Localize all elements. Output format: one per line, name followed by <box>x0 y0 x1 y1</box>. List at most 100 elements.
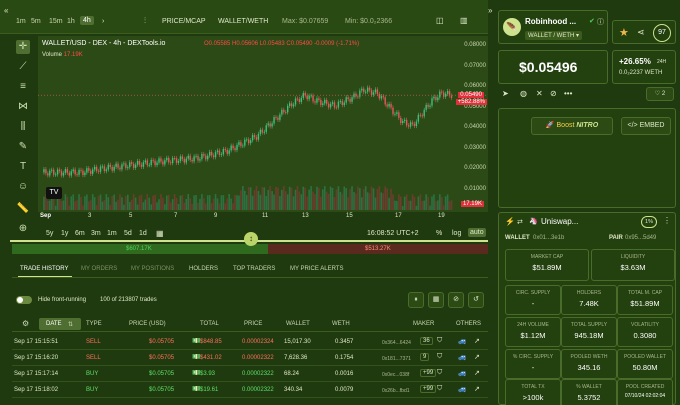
col-date[interactable]: DATE <box>46 321 62 327</box>
star-icon[interactable]: ★ <box>619 26 629 39</box>
col-total[interactable]: TOTAL <box>200 321 219 327</box>
resize-handle-icon[interactable]: ↕ <box>244 232 258 246</box>
row-maker[interactable]: 0x181...7371 <box>382 356 411 362</box>
chevron-right-icon[interactable]: › <box>102 18 104 25</box>
tab-trade-history[interactable]: TRADE HISTORY <box>20 266 68 272</box>
hide-frontrun-toggle[interactable] <box>16 296 32 304</box>
row-maker[interactable]: 0x364...6424 <box>382 340 411 346</box>
pair-selector[interactable]: WALLET / WETH ▾ <box>525 31 583 40</box>
website-icon[interactable]: ◍ <box>520 89 527 98</box>
settings-gear-icon[interactable]: ⚙ <box>22 319 29 328</box>
pair-toggle[interactable]: WALLET/WETH <box>218 18 268 25</box>
others-icon[interactable]: 🚙 <box>458 337 467 345</box>
maker-tx-count[interactable]: 36 <box>420 337 433 345</box>
range-3m[interactable]: 3m <box>91 230 101 237</box>
text-tool-icon[interactable]: T <box>16 160 30 174</box>
dextscore-badge[interactable]: 97 <box>653 24 671 42</box>
range-1y[interactable]: 1y <box>61 230 68 237</box>
others-icon[interactable]: 🚙 <box>458 353 467 361</box>
filter-off-icon[interactable]: ⊘ <box>448 292 464 308</box>
table-row[interactable]: Sep 17 15:16:20 SELL $0.05705 $431.02 0.0000… <box>12 350 488 366</box>
tab-price-alerts[interactable]: MY PRICE ALERTS <box>290 266 343 272</box>
others-icon[interactable]: 🚙 <box>458 369 467 377</box>
table-row[interactable]: Sep 17 15:15:51 SELL $0.05705 $848.85 0.0000… <box>12 334 488 350</box>
reset-icon[interactable]: ↺ <box>468 292 484 308</box>
timeframe-4h[interactable]: 4h <box>80 16 94 25</box>
col-type[interactable]: TYPE <box>86 321 102 327</box>
external-link-icon[interactable]: ↗ <box>474 385 480 393</box>
tab-top-traders[interactable]: TOP TRADERS <box>233 266 275 272</box>
pair-address[interactable]: 0x95...5d49 <box>625 235 656 241</box>
table-row[interactable]: Sep 17 15:17:14 BUY $0.05705 $3.93 0.0000232… <box>12 366 488 382</box>
filter-maker-icon[interactable]: ⛉ <box>437 385 442 393</box>
calendar-filter-icon[interactable]: ▦ <box>428 292 444 308</box>
emoji-icon[interactable]: ☺ <box>16 180 30 194</box>
log-scale[interactable]: log <box>452 230 461 237</box>
col-wallet[interactable]: WALLET <box>286 321 310 327</box>
table-row[interactable]: Sep 17 15:18:02 BUY $0.05705 $19.61 0.000023… <box>12 382 488 398</box>
external-link-icon[interactable]: ↗ <box>474 353 480 361</box>
row-maker[interactable]: 0x26b...fbd1 <box>382 388 410 394</box>
timeframe-15m[interactable]: 15m <box>49 18 63 25</box>
sort-icon[interactable]: ⇅ <box>68 321 73 328</box>
candlestick-chart[interactable] <box>38 36 488 212</box>
tab-my-orders[interactable]: MY ORDERS <box>81 266 117 272</box>
maker-tx-count[interactable]: 9 <box>420 353 430 361</box>
col-others[interactable]: OTHERS <box>456 321 481 327</box>
timeframe-5m[interactable]: 5m <box>31 18 41 25</box>
collapse-icon[interactable]: » <box>488 6 492 15</box>
embed-button[interactable]: </> EMBED <box>621 117 671 135</box>
pause-icon[interactable]: ⏸ <box>408 292 424 308</box>
price-mcap-toggle[interactable]: PRICE/MCAP <box>162 18 206 25</box>
col-price-usd[interactable]: PRICE (USD) <box>129 321 166 327</box>
external-link-icon[interactable]: ↗ <box>474 369 480 377</box>
info-icon[interactable]: ⓘ <box>597 17 604 27</box>
col-maker[interactable]: MAKER <box>413 321 434 327</box>
price-chart[interactable]: WALLET/USD - DEX - 4h - DEXTools.io O0.0… <box>38 36 488 212</box>
brush-icon[interactable]: ✎ <box>16 140 30 154</box>
tab-my-positions[interactable]: MY POSITIONS <box>131 266 174 272</box>
ruler-icon[interactable]: 📏 <box>16 202 30 216</box>
range-5y[interactable]: 5y <box>46 230 53 237</box>
row-maker[interactable]: 0x0ec...038f <box>382 372 409 378</box>
chart-type-icon[interactable]: ⫶ <box>144 16 146 26</box>
range-5d[interactable]: 5d <box>124 230 132 237</box>
wallet-address[interactable]: 0x01...3e1b <box>533 235 564 241</box>
range-6m[interactable]: 6m <box>75 230 85 237</box>
more-icon[interactable]: ••• <box>564 89 572 98</box>
expand-icon[interactable]: « <box>4 6 8 15</box>
timeframe-1m[interactable]: 1m <box>16 18 26 25</box>
filter-maker-icon[interactable]: ⛉ <box>437 337 442 345</box>
calendar-icon[interactable]: ▦ <box>156 229 164 238</box>
crosshair-icon[interactable]: ✛ <box>16 40 30 54</box>
maker-tx-count[interactable]: +99 <box>420 369 437 377</box>
filter-maker-icon[interactable]: ⛉ <box>437 353 442 361</box>
others-icon[interactable]: 🚙 <box>458 385 467 393</box>
col-price[interactable]: PRICE <box>244 321 262 327</box>
external-link-icon[interactable]: ↗ <box>474 337 480 345</box>
candle-body <box>242 145 244 147</box>
zoom-icon[interactable]: ⊕ <box>16 222 30 236</box>
percent-scale[interactable]: % <box>436 230 442 237</box>
share-icon[interactable]: ⋖ <box>637 27 645 38</box>
trend-line-icon[interactable]: ⟋ <box>16 60 30 74</box>
col-weth[interactable]: WETH <box>332 321 350 327</box>
bar-chart-icon[interactable]: ▥ <box>460 16 468 25</box>
dex-menu-icon[interactable]: ⋮ <box>663 216 671 225</box>
range-1m[interactable]: 1m <box>107 230 117 237</box>
timeframe-1h[interactable]: 1h <box>67 18 75 25</box>
link-icon[interactable]: ⊘ <box>550 89 557 98</box>
maker-tx-count[interactable]: +99 <box>420 385 437 393</box>
fib-icon[interactable]: ⫼ <box>16 120 30 134</box>
horizontal-lines-icon[interactable]: ≡ <box>16 80 30 94</box>
range-1d[interactable]: 1d <box>139 230 147 237</box>
camera-icon[interactable]: ◫ <box>436 16 444 25</box>
boost-button[interactable]: 🚀 Boost NITRO <box>531 117 613 135</box>
tab-holders[interactable]: HOLDERS <box>189 266 218 272</box>
filter-maker-icon[interactable]: ⛉ <box>437 369 442 377</box>
telegram-icon[interactable]: ➤ <box>502 89 509 98</box>
pattern-icon[interactable]: ⋈ <box>16 100 30 114</box>
auto-scale[interactable]: auto <box>468 228 486 237</box>
votes-button[interactable]: ♡ 2 <box>646 87 674 101</box>
x-icon[interactable]: ✕ <box>536 89 543 98</box>
